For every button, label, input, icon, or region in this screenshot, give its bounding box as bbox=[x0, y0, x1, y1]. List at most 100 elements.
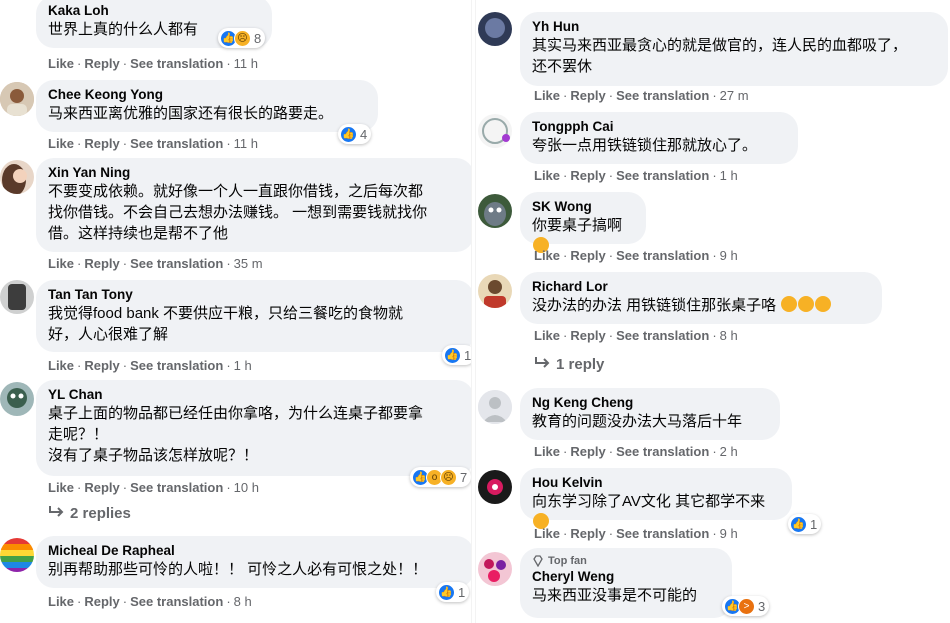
reply-link[interactable]: Reply bbox=[570, 526, 605, 541]
see-translation-link[interactable]: See translation bbox=[616, 168, 709, 183]
like-link[interactable]: Like bbox=[534, 444, 560, 459]
avatar[interactable] bbox=[478, 114, 512, 148]
see-translation-link[interactable]: See translation bbox=[130, 594, 223, 609]
reaction-summary[interactable]: 👍 1 bbox=[788, 514, 822, 534]
comment-actions: Like · Reply · See translation · 35 m bbox=[48, 256, 263, 271]
comment-column-left: Kaka Loh 世界上真的什么人都有 👍 ☹ 8 Like · Reply · See… bbox=[0, 0, 474, 623]
avatar[interactable] bbox=[0, 382, 34, 416]
reply-link[interactable]: Reply bbox=[570, 328, 605, 343]
like-link[interactable]: Like bbox=[48, 256, 74, 271]
timestamp[interactable]: 8 h bbox=[234, 594, 252, 609]
timestamp[interactable]: 11 h bbox=[234, 56, 258, 71]
reply-link[interactable]: Reply bbox=[570, 168, 605, 183]
commenter-name[interactable]: Chee Keong Yong bbox=[48, 86, 366, 103]
like-link[interactable]: Like bbox=[534, 168, 560, 183]
like-link[interactable]: Like bbox=[48, 358, 74, 373]
see-translation-link[interactable]: See translation bbox=[130, 480, 223, 495]
timestamp[interactable]: 10 h bbox=[234, 480, 259, 495]
reaction-summary[interactable]: 👍 > 3 bbox=[722, 596, 770, 616]
comment: Micheal De Rapheal 别再帮助那些可怜的人啦！！ 可怜之人必有可… bbox=[0, 534, 474, 623]
commenter-name[interactable]: Tongpph Cai bbox=[532, 118, 786, 135]
like-link[interactable]: Like bbox=[534, 328, 560, 343]
commenter-name[interactable]: YL Chan bbox=[48, 386, 462, 403]
commenter-name[interactable]: Xin Yan Ning bbox=[48, 164, 462, 181]
see-translation-link[interactable]: See translation bbox=[130, 56, 223, 71]
avatar[interactable] bbox=[478, 552, 512, 586]
timestamp[interactable]: 11 h bbox=[234, 136, 258, 151]
reply-link[interactable]: Reply bbox=[84, 594, 119, 609]
commenter-name[interactable]: Yh Hun bbox=[532, 18, 936, 35]
commenter-name[interactable]: SK Wong bbox=[532, 198, 634, 215]
reply-link[interactable]: Reply bbox=[570, 88, 605, 103]
comment-actions: Like · Reply · See translation · 10 h bbox=[48, 480, 259, 495]
reply-link[interactable]: Reply bbox=[84, 256, 119, 271]
timestamp[interactable]: 1 h bbox=[720, 168, 738, 183]
see-translation-link[interactable]: See translation bbox=[130, 256, 223, 271]
see-translation-link[interactable]: See translation bbox=[616, 328, 709, 343]
avatar[interactable] bbox=[0, 538, 34, 572]
comment-text: 我觉得food bank 不要供应干粮，只给三餐吃的食物就 好，人心很难了解 bbox=[48, 305, 404, 343]
comment-text: 马来西亚离优雅的国家还有很长的路要走。 bbox=[48, 105, 334, 122]
reaction-summary[interactable]: 👍 ☹ 8 bbox=[218, 28, 266, 48]
comment-actions: Like · Reply · See translation · 11 h bbox=[48, 136, 258, 151]
timestamp[interactable]: 2 h bbox=[720, 444, 738, 459]
like-link[interactable]: Like bbox=[48, 136, 74, 151]
commenter-name[interactable]: Richard Lor bbox=[532, 278, 870, 295]
avatar[interactable] bbox=[478, 470, 512, 504]
comment-bubble: Chee Keong Yong 马来西亚离优雅的国家还有很长的路要走。 bbox=[36, 80, 378, 132]
like-link[interactable]: Like bbox=[48, 480, 74, 495]
reply-link[interactable]: Reply bbox=[570, 248, 605, 263]
see-translation-link[interactable]: See translation bbox=[616, 444, 709, 459]
avatar[interactable] bbox=[478, 390, 512, 424]
reaction-count: 7 bbox=[460, 469, 468, 485]
avatar[interactable] bbox=[478, 12, 512, 46]
reply-link[interactable]: Reply bbox=[84, 136, 119, 151]
like-link[interactable]: Like bbox=[534, 248, 560, 263]
commenter-name[interactable]: Cheryl Weng bbox=[532, 568, 720, 585]
commenter-name[interactable]: Kaka Loh bbox=[48, 2, 260, 19]
avatar[interactable] bbox=[478, 194, 512, 228]
comment-actions: Like · Reply · See translation · 9 h bbox=[534, 248, 738, 263]
reaction-summary[interactable]: 👍 4 bbox=[338, 124, 372, 144]
view-replies-link[interactable]: 1 reply bbox=[534, 356, 604, 373]
reply-link[interactable]: Reply bbox=[84, 56, 119, 71]
reply-link[interactable]: Reply bbox=[84, 358, 119, 373]
see-translation-link[interactable]: See translation bbox=[616, 526, 709, 541]
see-translation-link[interactable]: See translation bbox=[616, 88, 709, 103]
reply-link[interactable]: Reply bbox=[570, 444, 605, 459]
avatar[interactable] bbox=[0, 280, 34, 314]
reaction-summary[interactable]: 👍 o ☹ 7 bbox=[410, 467, 472, 487]
like-link[interactable]: Like bbox=[534, 526, 560, 541]
commenter-name[interactable]: Ng Keng Cheng bbox=[532, 394, 768, 411]
see-translation-link[interactable]: See translation bbox=[616, 248, 709, 263]
see-translation-link[interactable]: See translation bbox=[130, 358, 223, 373]
avatar[interactable] bbox=[0, 82, 34, 116]
like-reaction-icon: 👍 bbox=[444, 346, 461, 364]
see-translation-link[interactable]: See translation bbox=[130, 136, 223, 151]
timestamp[interactable]: 1 h bbox=[234, 358, 252, 373]
reaction-count: 1 bbox=[810, 516, 818, 532]
view-replies-link[interactable]: 2 replies bbox=[48, 505, 131, 522]
comment-bubble: SK Wong 你要桌子搞啊 bbox=[520, 192, 646, 253]
like-link[interactable]: Like bbox=[534, 88, 560, 103]
commenter-name[interactable]: Hou Kelvin bbox=[532, 474, 780, 491]
like-link[interactable]: Like bbox=[48, 56, 74, 71]
reaction-summary[interactable]: 👍 1 bbox=[436, 582, 470, 602]
comment: Hou Kelvin 向东学习除了AV文化 其它都学不来 👍 1 Like · Re… bbox=[478, 466, 948, 546]
timestamp[interactable]: 27 m bbox=[720, 88, 749, 103]
reaction-summary[interactable]: 👍 1 bbox=[442, 345, 474, 365]
like-reaction-icon: 👍 bbox=[790, 515, 807, 533]
avatar[interactable] bbox=[478, 274, 512, 308]
sad-reaction-icon: ☹ bbox=[234, 29, 251, 47]
commenter-name[interactable]: Tan Tan Tony bbox=[48, 286, 462, 303]
like-reaction-icon: 👍 bbox=[438, 583, 455, 601]
timestamp[interactable]: 9 h bbox=[720, 248, 738, 263]
comment: SK Wong 你要桌子搞啊 Like · Reply · See translatio… bbox=[478, 192, 948, 272]
like-link[interactable]: Like bbox=[48, 594, 74, 609]
reply-link[interactable]: Reply bbox=[84, 480, 119, 495]
timestamp[interactable]: 8 h bbox=[720, 328, 738, 343]
timestamp[interactable]: 35 m bbox=[234, 256, 263, 271]
avatar[interactable] bbox=[0, 160, 34, 194]
timestamp[interactable]: 9 h bbox=[720, 526, 738, 541]
commenter-name[interactable]: Micheal De Rapheal bbox=[48, 542, 462, 559]
